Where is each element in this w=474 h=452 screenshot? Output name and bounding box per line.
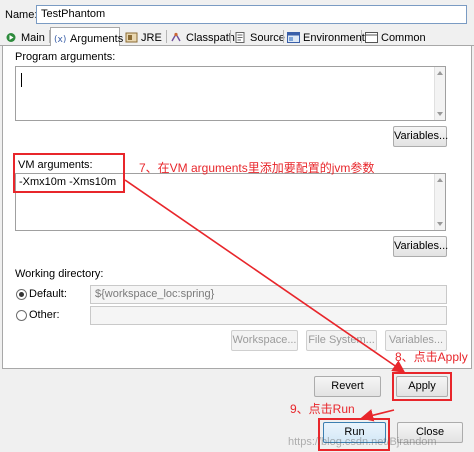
arrow-to-run <box>360 409 395 422</box>
step7-annotation: 7、在VM arguments里添加要配置的jvm参数 <box>139 161 375 175</box>
watermark: https://blog.csdn.net/Bjrandom <box>288 436 437 448</box>
step9-annotation: 9、点击Run <box>290 402 355 416</box>
arrow-to-apply <box>124 179 406 373</box>
annotation-arrows <box>124 179 406 422</box>
step8-annotation: 8、点击Apply <box>395 350 468 364</box>
